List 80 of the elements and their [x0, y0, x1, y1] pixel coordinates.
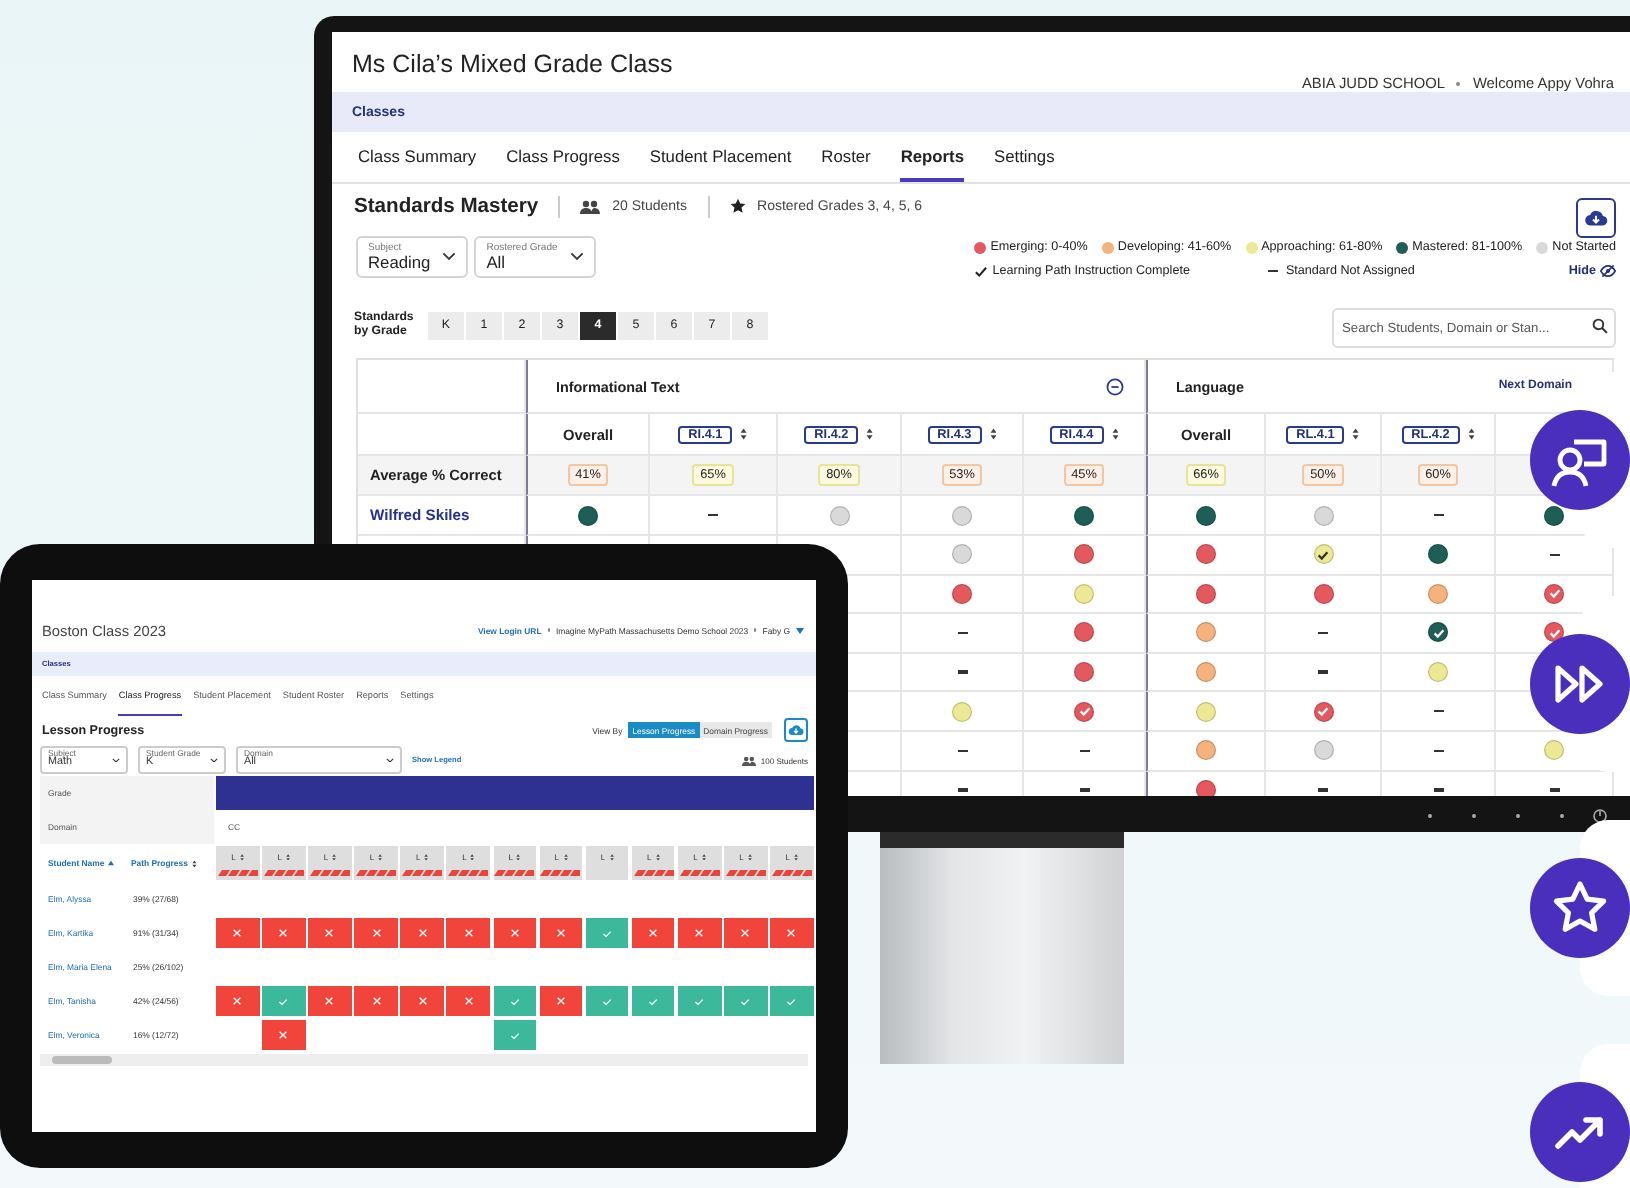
cross-icon [509, 928, 520, 938]
sort-icon[interactable] [1467, 428, 1475, 440]
check-icon [648, 997, 659, 1005]
sort-icon[interactable] [470, 853, 475, 861]
sort-icon[interactable] [609, 853, 614, 861]
check-icon [974, 265, 989, 277]
sort-icon[interactable] [740, 428, 748, 440]
sort-icon[interactable] [989, 428, 997, 440]
cross-icon [417, 996, 428, 1006]
sort-icon[interactable] [332, 853, 337, 861]
cross-icon [786, 928, 797, 938]
sort-icon[interactable] [655, 853, 660, 861]
sort-icon [108, 860, 115, 866]
tab[interactable]: Settings [994, 132, 1055, 182]
tab[interactable]: Roster [821, 132, 871, 182]
check-icon [278, 997, 289, 1005]
cross-icon [232, 996, 243, 1006]
check-icon [602, 997, 613, 1005]
cross-icon [555, 928, 566, 938]
cross-icon [371, 996, 382, 1006]
feature-button[interactable] [1530, 858, 1630, 958]
cloud-download-icon [788, 722, 804, 738]
cross-icon [278, 1030, 289, 1040]
eye-slash-icon [1600, 264, 1616, 278]
check-icon [694, 997, 705, 1005]
cross-icon [371, 928, 382, 938]
tab[interactable]: Reports [900, 132, 964, 182]
cloud-download-icon [1584, 206, 1608, 230]
feature-button[interactable] [1530, 1082, 1630, 1182]
sort-icon[interactable] [378, 853, 383, 861]
cross-icon [740, 928, 751, 938]
star-icon [1550, 878, 1610, 938]
chevron-down-icon [112, 757, 120, 763]
sort-icon[interactable] [701, 853, 706, 861]
sort-icon[interactable] [424, 853, 429, 861]
cross-icon [324, 928, 335, 938]
star-icon [729, 198, 746, 214]
cross-icon [694, 928, 705, 938]
report-title: Standards Mastery [354, 195, 539, 217]
search-icon [1592, 317, 1608, 333]
tab[interactable]: Class Progress [506, 132, 620, 182]
fast-forward-icon [1552, 660, 1608, 708]
sort-icon[interactable] [563, 853, 568, 861]
sort-icon[interactable] [1111, 428, 1119, 440]
people-icon [580, 199, 601, 213]
check-icon [509, 1031, 520, 1039]
people-icon [742, 755, 757, 765]
chevron-down-icon [386, 757, 394, 763]
download-button[interactable] [1576, 198, 1616, 238]
cross-icon [555, 996, 566, 1006]
check-icon [740, 997, 751, 1005]
collapse-icon[interactable] [1106, 377, 1124, 395]
chevron-down-icon [210, 757, 218, 763]
cross-icon [417, 928, 428, 938]
sort-icon[interactable] [793, 853, 799, 861]
sort-icon[interactable] [747, 853, 752, 861]
check-icon [602, 929, 613, 937]
cross-icon [463, 928, 474, 938]
sort-icon[interactable] [1352, 428, 1360, 440]
sort-icon[interactable] [285, 853, 291, 861]
bezel-buttons-icon[interactable] [1426, 808, 1610, 824]
sort-icon[interactable] [866, 428, 874, 440]
check-icon [509, 997, 520, 1005]
chevron-down-icon [569, 252, 584, 262]
tab[interactable]: Class Summary [358, 132, 477, 182]
sort-icon[interactable] [516, 853, 522, 861]
caret-icon[interactable] [796, 627, 804, 633]
scrollbar[interactable] [40, 1054, 808, 1066]
sort-icon[interactable] [191, 859, 197, 867]
dash-icon [1267, 269, 1278, 273]
class-title: Ms Cila’s Mixed Grade Class [352, 48, 673, 78]
chevron-down-icon [442, 252, 457, 262]
cross-icon [648, 928, 659, 938]
sort-icon[interactable] [239, 853, 244, 861]
cross-icon [324, 996, 335, 1006]
cross-icon [232, 928, 243, 938]
tab[interactable]: Student Placement [649, 132, 792, 182]
cross-icon [463, 996, 474, 1006]
cross-icon [278, 928, 289, 938]
check-icon [786, 997, 797, 1005]
